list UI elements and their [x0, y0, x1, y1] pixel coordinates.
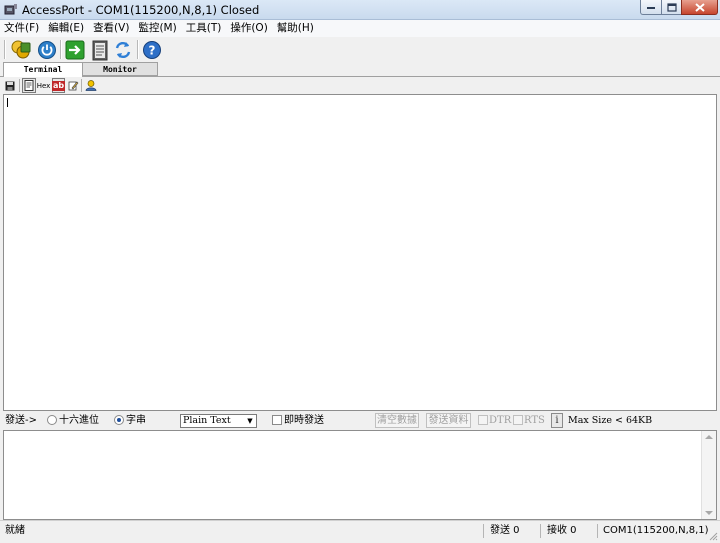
status-separator	[483, 524, 484, 538]
ab-label: ab	[51, 80, 66, 91]
dtr-label: DTR	[489, 415, 512, 426]
status-ready: 就緒	[5, 525, 25, 536]
open-port-button[interactable]	[10, 39, 32, 61]
document-icon	[24, 80, 34, 91]
view-tabs: Terminal Monitor	[0, 62, 720, 77]
main-toolbar: ?	[0, 38, 720, 63]
menu-monitor[interactable]: 監控(M)	[134, 20, 181, 37]
status-received: 接收 0	[547, 525, 577, 536]
menu-view[interactable]: 查看(V)	[89, 20, 134, 37]
menu-edit[interactable]: 編輯(E)	[44, 20, 89, 37]
toolbar-separator	[60, 40, 62, 59]
text-mode-button[interactable]	[22, 78, 36, 93]
scroll-down-icon	[705, 511, 713, 515]
string-radio-label: 字串	[126, 415, 146, 426]
max-size-label: Max Size < 64KB	[568, 415, 653, 426]
user-icon	[85, 80, 96, 91]
pencil-icon	[68, 81, 78, 91]
terminal-toolbar: Hex ab	[0, 77, 720, 94]
instant-send-checkbox[interactable]	[272, 415, 282, 425]
send-label: 發送->	[5, 415, 37, 426]
hex-mode-button[interactable]: Hex	[36, 78, 51, 93]
status-sent: 發送 0	[490, 525, 520, 536]
rts-label: RTS	[524, 415, 545, 426]
maximize-button[interactable]	[661, 0, 682, 15]
window-title: AccessPort - COM1(115200,N,8,1) Closed	[22, 3, 260, 17]
save-button[interactable]	[4, 78, 16, 93]
connect-button[interactable]	[64, 39, 86, 61]
hex-radio-label: 十六進位	[59, 415, 99, 426]
status-separator	[597, 524, 598, 538]
info-button[interactable]: i	[551, 413, 563, 428]
tab-terminal[interactable]: Terminal	[3, 62, 83, 77]
menu-file[interactable]: 文件(F)	[0, 20, 44, 37]
maximize-icon	[666, 2, 677, 12]
chevron-down-icon: ▼	[247, 417, 253, 425]
go-arrow-icon	[65, 40, 85, 60]
power-icon	[38, 41, 56, 59]
send-options-bar: 發送-> 十六進位 字串 即時發送 DTR RTS Max Size < 64K…	[0, 411, 720, 430]
status-separator	[540, 524, 541, 538]
clear-data-button[interactable]: 清空數據	[375, 413, 419, 428]
menu-bar: 文件(F) 編輯(E) 查看(V) 監控(M) 工具(T) 操作(O) 幫助(H…	[0, 20, 720, 37]
terminal-output[interactable]	[3, 94, 717, 411]
rts-checkbox[interactable]	[513, 415, 523, 425]
scroll-up-icon	[705, 435, 713, 439]
minimize-button[interactable]	[640, 0, 662, 15]
toolbar-separator	[137, 40, 139, 59]
instant-send-label: 即時發送	[284, 415, 324, 426]
help-icon: ?	[143, 41, 161, 59]
floppy-icon	[5, 81, 15, 90]
send-data-button[interactable]: 發送資料	[426, 413, 471, 428]
hex-radio[interactable]	[47, 415, 57, 425]
title-bar[interactable]: AccessPort - COM1(115200,N,8,1) Closed	[0, 0, 720, 20]
text-cursor	[7, 98, 8, 107]
format-select[interactable]: Plain Text ▼	[180, 414, 257, 428]
toolbar-separator	[81, 79, 82, 92]
app-icon	[4, 4, 17, 15]
hex-label: Hex	[36, 81, 51, 90]
menu-tools[interactable]: 工具(T)	[182, 20, 227, 37]
close-button[interactable]	[681, 0, 718, 15]
vertical-scrollbar[interactable]	[701, 431, 716, 519]
tab-monitor[interactable]: Monitor	[82, 62, 158, 76]
menu-operate[interactable]: 操作(O)	[226, 20, 272, 37]
dtr-checkbox[interactable]	[478, 415, 488, 425]
notepad-icon	[92, 40, 108, 60]
status-port: COM1(115200,N,8,1)	[603, 525, 709, 536]
svg-text:?: ?	[149, 44, 156, 58]
refresh-button[interactable]	[112, 39, 134, 61]
send-input[interactable]	[3, 430, 717, 520]
status-bar: 就緒 發送 0 接收 0 COM1(115200,N,8,1)	[0, 520, 720, 543]
power-button[interactable]	[36, 39, 58, 61]
menu-help[interactable]: 幫助(H)	[273, 20, 319, 37]
ab-mode-button[interactable]: ab	[51, 78, 66, 93]
close-icon	[694, 2, 705, 12]
toolbar-separator	[19, 79, 20, 92]
user-button[interactable]	[84, 78, 97, 93]
refresh-icon	[115, 41, 131, 59]
help-button[interactable]: ?	[141, 39, 163, 61]
minimize-icon	[646, 7, 655, 9]
log-button[interactable]	[89, 39, 111, 61]
toolbar-separator	[4, 40, 6, 59]
edit-button[interactable]	[67, 78, 79, 93]
coins-icon	[11, 40, 31, 59]
format-select-value: Plain Text	[183, 415, 231, 426]
string-radio[interactable]	[114, 415, 124, 425]
resize-grip-icon[interactable]	[708, 531, 718, 541]
